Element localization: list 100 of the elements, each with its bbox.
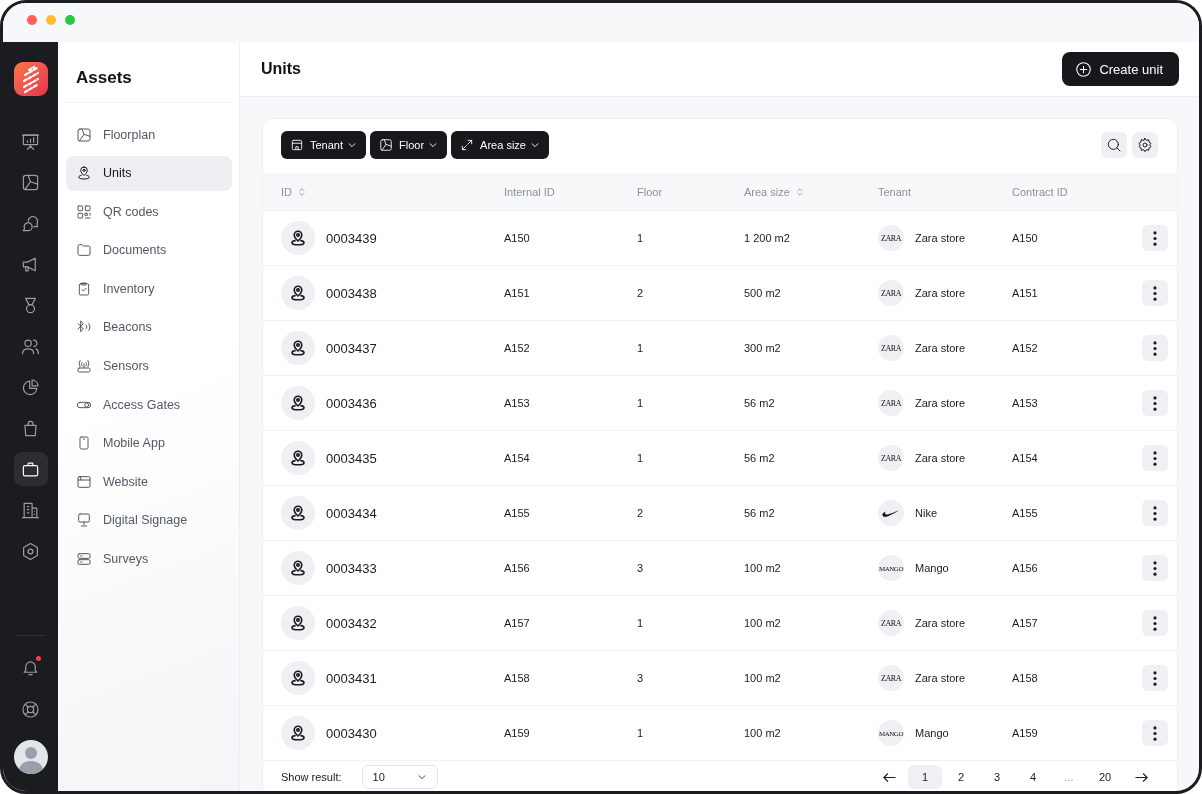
router-icon	[76, 358, 92, 375]
tenant-logo: ZARA	[878, 280, 904, 306]
area-size: 100 m2	[744, 562, 781, 574]
tenant-logo: ZARA	[878, 610, 904, 636]
pie-chart-icon	[21, 377, 40, 397]
sidebar-item[interactable]: Inventory	[66, 271, 232, 307]
chevron-down-icon	[529, 140, 540, 150]
area-size: 1 200 m2	[744, 232, 790, 244]
vertical-dots-icon	[1153, 725, 1157, 741]
sidebar-item[interactable]: Floorplan	[66, 117, 232, 152]
hexagon-icon	[21, 541, 40, 561]
sidebar-item[interactable]: Surveys	[66, 541, 232, 577]
column-header: Floor	[637, 185, 663, 198]
page-button[interactable]: 2	[944, 765, 978, 789]
internal-id: A157	[504, 617, 530, 629]
internal-id: A156	[504, 562, 530, 574]
contract-id: A155	[1012, 507, 1038, 519]
page-button[interactable]: 3	[980, 765, 1014, 789]
contract-id: A150	[1012, 232, 1038, 244]
floor-number: 3	[637, 562, 644, 574]
create-unit-button[interactable]: Create unit	[1062, 52, 1179, 86]
map-pin-icon	[76, 165, 92, 182]
filter-button[interactable]: Area size	[451, 131, 549, 159]
floor-number: 1	[637, 617, 644, 629]
sidebar-item[interactable]: Documents	[66, 232, 232, 268]
page-button[interactable]: 1	[908, 765, 942, 789]
vertical-dots-icon	[1153, 450, 1157, 466]
floor-number: 1	[637, 727, 644, 739]
sidebar-item[interactable]: Digital Signage	[66, 502, 232, 538]
swoosh-logo-icon	[878, 500, 904, 526]
map-pin-icon	[281, 661, 315, 695]
contract-id: A156	[1012, 562, 1038, 574]
tenant-name: Zara store	[915, 452, 966, 464]
search-button[interactable]	[1101, 132, 1127, 158]
floor-number: 2	[637, 287, 644, 299]
more-options-button[interactable]	[1142, 610, 1168, 636]
filter-button[interactable]: Tenant	[281, 131, 367, 159]
more-options-button[interactable]	[1142, 445, 1168, 471]
sidebar-item[interactable]: Beacons	[66, 309, 232, 345]
show-result-label: Show result:	[281, 771, 342, 783]
unit-id: 0003437	[326, 340, 377, 356]
map-pin-icon	[281, 606, 315, 640]
more-options-button[interactable]	[1142, 500, 1168, 526]
sidebar-item[interactable]: QR codes	[66, 194, 232, 230]
unit-id: 0003435	[326, 450, 377, 466]
sidebar-item[interactable]: Mobile App	[66, 425, 232, 461]
internal-id: A150	[504, 232, 530, 244]
sidebar-item[interactable]: Website	[66, 464, 232, 500]
more-options-button[interactable]	[1142, 665, 1168, 691]
tenant-name: Mango	[915, 727, 949, 739]
vertical-dots-icon	[1153, 505, 1157, 521]
chevron-down-icon	[347, 140, 358, 150]
sidebar-item[interactable]: Units	[66, 155, 232, 191]
tenant-name: Zara store	[915, 232, 966, 244]
tenant-name: Zara store	[915, 397, 966, 409]
unit-id: 0003433	[326, 560, 377, 576]
map-pin-icon	[281, 331, 315, 365]
vertical-dots-icon	[1153, 340, 1157, 356]
lifebuoy-icon	[21, 699, 40, 719]
unit-id: 0003439	[326, 230, 377, 246]
contract-id: A152	[1012, 342, 1038, 354]
more-options-button[interactable]	[1142, 335, 1168, 361]
floorplan-icon	[76, 126, 92, 143]
more-options-button[interactable]	[1142, 390, 1168, 416]
more-options-button[interactable]	[1142, 280, 1168, 306]
user-avatar-icon[interactable]	[13, 740, 48, 774]
unit-id: 0003431	[326, 670, 377, 686]
unit-id: 0003436	[326, 395, 377, 411]
filter-button[interactable]: Floor	[370, 131, 448, 159]
tenant-name: Zara store	[915, 287, 966, 299]
floor-number: 1	[637, 397, 644, 409]
page-button[interactable]: 20	[1088, 765, 1122, 789]
chat-bubbles-icon	[21, 213, 40, 233]
logo-icon	[13, 62, 48, 96]
column-header: Tenant	[878, 185, 912, 198]
shopping-bag-icon	[21, 418, 40, 438]
internal-id: A151	[504, 287, 530, 299]
map-pin-icon	[281, 551, 315, 585]
window-close-button[interactable]	[27, 15, 37, 25]
plus-circle-icon	[1075, 60, 1093, 78]
sidebar-item[interactable]: Access Gates	[66, 387, 232, 423]
more-options-button[interactable]	[1142, 555, 1168, 581]
search-icon	[1106, 137, 1122, 153]
area-size: 100 m2	[744, 672, 781, 684]
monitor-icon	[76, 512, 92, 529]
rail-nav-button[interactable]	[13, 452, 48, 486]
more-options-button[interactable]	[1142, 720, 1168, 746]
tenant-logo: ZARA	[878, 445, 904, 471]
page-size-select[interactable]: 10	[361, 765, 438, 789]
page-title: Units	[261, 60, 301, 78]
floorplan-icon	[21, 172, 40, 192]
map-pin-icon	[281, 496, 315, 530]
settings-button[interactable]	[1132, 132, 1158, 158]
vertical-dots-icon	[1153, 395, 1157, 411]
page-button[interactable]: 4	[1016, 765, 1050, 789]
area-size: 100 m2	[744, 727, 781, 739]
internal-id: A152	[504, 342, 530, 354]
more-options-button[interactable]	[1142, 225, 1168, 251]
sidebar-item[interactable]: Sensors	[66, 348, 232, 384]
internal-id: A158	[504, 672, 530, 684]
